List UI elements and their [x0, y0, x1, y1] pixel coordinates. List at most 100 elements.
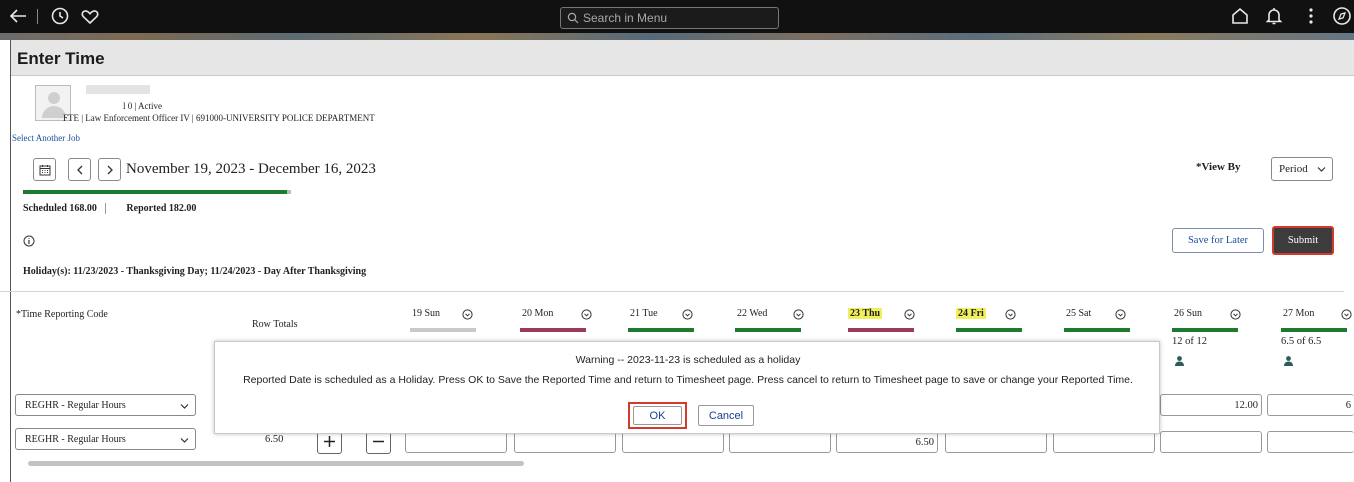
- notification-bell-icon[interactable]: [1262, 4, 1286, 28]
- time-cell-25-sat[interactable]: [1053, 431, 1155, 453]
- view-by-select[interactable]: Period: [1271, 157, 1333, 181]
- hours-summary: Scheduled 168.00 Reported 182.00: [23, 203, 197, 215]
- redacted-employee-name: [86, 85, 150, 94]
- row-total-value: 6.50: [265, 434, 284, 445]
- row-totals-header: Row Totals: [252, 319, 298, 330]
- day-label: 27 Mon: [1283, 308, 1315, 319]
- time-cell-26-sun[interactable]: 12.00: [1160, 394, 1262, 416]
- day-expand-chevron-icon[interactable]: [1230, 309, 1241, 320]
- day-schedule-bar: [956, 328, 1022, 332]
- view-by-label: *View By: [1196, 161, 1241, 173]
- day-schedule-bar: [1281, 328, 1347, 332]
- day-label: 23 Thu: [848, 308, 883, 319]
- day-schedule-bar: [848, 328, 914, 332]
- chevron-left-icon: [76, 165, 82, 174]
- day-expand-chevron-icon[interactable]: [682, 309, 693, 320]
- top-navigation-bar: Search in Menu: [0, 0, 1354, 33]
- next-period-button[interactable]: [98, 158, 121, 181]
- day-schedule-bar: [520, 328, 586, 332]
- view-by-value: Period: [1279, 163, 1308, 175]
- page-header: Enter Time: [11, 40, 1354, 76]
- scheduled-value: 168.00: [69, 203, 97, 214]
- trc-value: REGHR - Regular Hours: [25, 399, 126, 411]
- previous-period-button[interactable]: [68, 158, 91, 181]
- save-for-later-button[interactable]: Save for Later: [1172, 228, 1264, 253]
- time-cell-23-thu[interactable]: 6.50: [836, 431, 938, 453]
- day-expand-chevron-icon[interactable]: [904, 309, 915, 320]
- submit-button[interactable]: Submit: [1272, 226, 1334, 255]
- divider: [0, 291, 1344, 292]
- page-title: Enter Time: [17, 49, 105, 68]
- day-label: 26 Sun: [1174, 308, 1203, 319]
- day-column-header: 26 Sun 12 of 12: [1172, 307, 1272, 366]
- divider: [37, 9, 38, 24]
- scheduled-label: Scheduled: [23, 203, 67, 214]
- day-label: 20 Mon: [522, 308, 554, 319]
- day-expand-chevron-icon[interactable]: [1115, 309, 1126, 320]
- day-schedule-bar: [735, 328, 801, 332]
- day-expand-chevron-icon[interactable]: [1005, 309, 1016, 320]
- dialog-message: Reported Date is scheduled as a Holiday.…: [243, 374, 1133, 386]
- chevron-right-icon: [107, 165, 113, 174]
- time-cell-26-sun[interactable]: [1160, 431, 1262, 453]
- reported-value: 182.00: [168, 203, 197, 214]
- info-icon[interactable]: [23, 235, 35, 247]
- day-expand-chevron-icon[interactable]: [581, 309, 592, 320]
- select-another-job-link[interactable]: Select Another Job: [12, 133, 80, 143]
- trc-select[interactable]: REGHR - Regular Hours: [15, 394, 196, 416]
- time-cell-20-mon[interactable]: [514, 431, 616, 453]
- day-hours-amount: 6.5 of 6.5: [1281, 336, 1322, 347]
- chevron-down-icon: [180, 404, 189, 409]
- more-options-icon[interactable]: [1299, 4, 1323, 28]
- time-cell-24-fri[interactable]: [945, 431, 1047, 453]
- search-icon: [567, 12, 579, 24]
- time-cell-21-tue[interactable]: [622, 431, 724, 453]
- time-cell-19-sun[interactable]: [405, 431, 507, 453]
- day-expand-chevron-icon[interactable]: [793, 309, 804, 320]
- calendar-icon: [39, 164, 50, 175]
- ok-button-label: OK: [633, 406, 682, 425]
- day-expand-chevron-icon[interactable]: [1341, 309, 1352, 320]
- holiday-warning-dialog: Warning -- 2023-11-23 is scheduled as a …: [214, 341, 1160, 434]
- progress-remainder: [287, 190, 291, 194]
- ok-button[interactable]: OK: [628, 402, 687, 429]
- day-schedule-bar: [410, 328, 476, 332]
- period-date-range: November 19, 2023 - December 16, 2023: [126, 161, 376, 177]
- day-schedule-bar: [1064, 328, 1130, 332]
- person-icon: [1284, 356, 1293, 366]
- horizontal-scrollbar[interactable]: [28, 461, 524, 466]
- trc-value: REGHR - Regular Hours: [25, 433, 126, 445]
- history-clock-icon[interactable]: [48, 4, 72, 28]
- time-cell-22-wed[interactable]: [729, 431, 831, 453]
- favorites-heart-icon[interactable]: [78, 4, 102, 28]
- minus-icon: [373, 440, 384, 443]
- trc-column-header: *Time Reporting Code: [16, 309, 108, 320]
- day-schedule-bar: [1172, 328, 1238, 332]
- day-schedule-bar: [628, 328, 694, 332]
- day-label: 24 Fri: [956, 308, 986, 319]
- person-icon: [1175, 356, 1184, 366]
- trc-select[interactable]: REGHR - Regular Hours: [15, 428, 196, 450]
- chevron-down-icon: [180, 438, 189, 443]
- day-label: 21 Tue: [630, 308, 658, 319]
- day-column-header: 27 Mon 6.5 of 6.5: [1281, 307, 1354, 366]
- navigator-compass-icon[interactable]: [1330, 4, 1354, 28]
- search-input[interactable]: Search in Menu: [560, 7, 779, 29]
- holiday-notice: Holiday(s): 11/23/2023 - Thanksgiving Da…: [23, 266, 367, 277]
- day-label: 25 Sat: [1066, 308, 1092, 319]
- day-label: 19 Sun: [412, 308, 441, 319]
- calendar-button[interactable]: [33, 158, 56, 181]
- cancel-button[interactable]: Cancel: [698, 405, 754, 426]
- day-hours-amount: 12 of 12: [1172, 336, 1207, 347]
- back-arrow-icon[interactable]: [6, 4, 30, 28]
- home-icon[interactable]: [1228, 4, 1252, 28]
- day-expand-chevron-icon[interactable]: [462, 309, 473, 320]
- time-cell-27-mon[interactable]: 6: [1267, 394, 1354, 416]
- time-cell-27-mon[interactable]: [1267, 431, 1354, 453]
- decorative-banner: [0, 33, 1354, 40]
- day-label: 22 Wed: [737, 308, 768, 319]
- reported-label: Reported: [126, 203, 167, 214]
- chevron-down-icon: [1317, 167, 1326, 172]
- employee-status: l 0 | Active: [123, 101, 163, 111]
- dialog-title: Warning -- 2023-11-23 is scheduled as a …: [575, 354, 801, 366]
